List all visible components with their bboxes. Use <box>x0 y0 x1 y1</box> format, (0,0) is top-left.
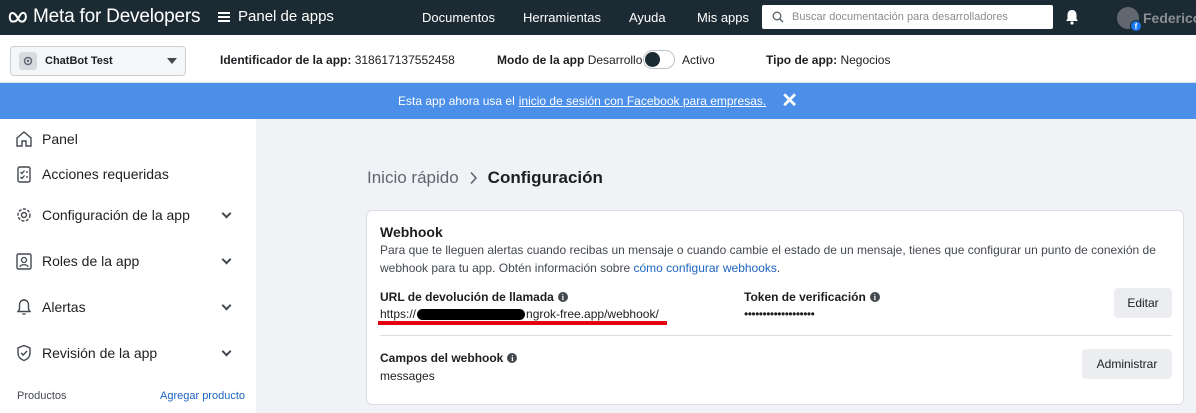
nav-mis-apps[interactable]: Mis apps <box>697 10 749 25</box>
panel-apps-label: Panel de apps <box>238 8 334 25</box>
mode-on-label: Activo <box>682 53 715 67</box>
chevron-down-icon <box>221 254 232 264</box>
verify-token-value: ••••••••••••••••••• <box>744 307 815 321</box>
chevron-right-icon <box>470 171 477 185</box>
add-product-link[interactable]: Agregar producto <box>160 390 245 402</box>
verify-token-label: Token de verificación i <box>744 290 880 304</box>
products-label: Productos <box>17 390 67 402</box>
info-icon[interactable]: i <box>557 292 568 302</box>
home-icon <box>16 131 32 147</box>
sidebar-item-panel[interactable]: Panel <box>14 129 234 149</box>
breadcrumb-inicio-rapido[interactable]: Inicio rápido <box>367 168 459 188</box>
callback-url-value: https://ngrok-free.app/webhook/ <box>380 307 659 321</box>
nav-ayuda[interactable]: Ayuda <box>629 10 666 25</box>
user-card-icon <box>16 253 32 270</box>
app-type-label: Tipo de app: <box>766 53 838 67</box>
app-type-info: Tipo de app: Negocios <box>766 53 890 67</box>
info-icon[interactable]: i <box>507 353 518 363</box>
avatar: f <box>1117 7 1142 32</box>
app-selector-dropdown[interactable]: ChatBot Test <box>10 46 186 76</box>
callback-url-label: URL de devolución de llamada i <box>380 290 568 304</box>
manage-button[interactable]: Administrar <box>1082 349 1172 379</box>
app-id-info: Identificador de la app: 318617137552458 <box>220 53 455 67</box>
nav-documentos[interactable]: Documentos <box>422 10 495 25</box>
bell-icon <box>16 299 32 315</box>
meta-infinity-icon <box>8 11 27 23</box>
app-id-value: 318617137552458 <box>354 53 455 67</box>
how-to-configure-webhooks-link[interactable]: cómo configurar webhooks <box>634 261 777 275</box>
checklist-icon <box>17 166 31 183</box>
chevron-down-icon <box>221 300 232 310</box>
webhook-title: Webhook <box>380 224 443 240</box>
breadcrumb: Inicio rápido Configuración <box>367 168 603 188</box>
nav-herramientas[interactable]: Herramientas <box>523 10 601 25</box>
mode-off-label: Desarrollo <box>587 53 643 67</box>
search-icon <box>772 11 784 23</box>
hamburger-icon <box>218 11 230 22</box>
app-subheader: ChatBot Test Identificador de la app: 31… <box>0 35 1196 83</box>
divider <box>380 335 1172 336</box>
redaction-scribble <box>417 309 526 321</box>
sidebar-item-acciones[interactable]: Acciones requeridas <box>14 164 234 184</box>
banner-link[interactable]: inicio de sesión con Facebook para empre… <box>519 94 766 108</box>
webhook-card: Webhook Para que te lleguen alertas cuan… <box>366 210 1184 405</box>
edit-button[interactable]: Editar <box>1114 288 1172 318</box>
top-navigation-bar: Meta for Developers Panel de apps Docume… <box>0 0 1196 35</box>
webhook-fields-value: messages <box>380 369 435 383</box>
brand-name: Meta for Developers <box>33 6 201 27</box>
notifications-bell-icon[interactable] <box>1063 8 1081 31</box>
caret-down-icon <box>167 58 177 64</box>
page-title: Configuración <box>487 168 603 187</box>
meta-logo[interactable]: Meta for Developers <box>8 6 200 28</box>
panel-apps-menu[interactable]: Panel de apps <box>218 8 334 25</box>
sidebar-item-configuracion[interactable]: Configuración de la app <box>14 205 234 225</box>
webhook-fields-label: Campos del webhook i <box>380 351 518 365</box>
webhook-description: Para que te lleguen alertas cuando recib… <box>380 243 1156 275</box>
banner-text: Esta app ahora usa el <box>398 94 515 108</box>
app-type-value: Negocios <box>840 53 891 67</box>
toggle-knob <box>645 52 660 67</box>
app-gear-icon <box>19 52 37 70</box>
app-mode-toggle[interactable] <box>643 50 675 69</box>
facebook-badge-icon: f <box>1130 20 1142 32</box>
search-input[interactable] <box>792 11 1042 23</box>
app-name: ChatBot Test <box>45 55 113 67</box>
app-id-label: Identificador de la app: <box>220 53 352 67</box>
app-mode-label: Modo de la app Desarrollo <box>497 53 643 67</box>
search-box[interactable] <box>762 5 1053 29</box>
info-icon[interactable]: i <box>869 292 880 302</box>
sidebar-item-alertas[interactable]: Alertas <box>14 297 234 317</box>
sidebar-item-revision[interactable]: Revisión de la app <box>14 343 234 363</box>
user-menu[interactable]: f Federico <box>1117 7 1196 32</box>
sidebar-item-roles[interactable]: Roles de la app <box>14 251 234 271</box>
red-annotation-underline <box>378 321 667 325</box>
chevron-down-icon <box>221 346 232 356</box>
sidebar: Panel Acciones requeridas Configuración … <box>0 119 256 413</box>
shield-check-icon <box>17 344 31 362</box>
chevron-down-icon <box>221 208 232 218</box>
info-banner: Esta app ahora usa el inicio de sesión c… <box>0 83 1196 119</box>
user-name: Federico <box>1143 10 1196 26</box>
close-icon[interactable]: ✕ <box>781 91 798 111</box>
gear-icon <box>17 208 31 222</box>
